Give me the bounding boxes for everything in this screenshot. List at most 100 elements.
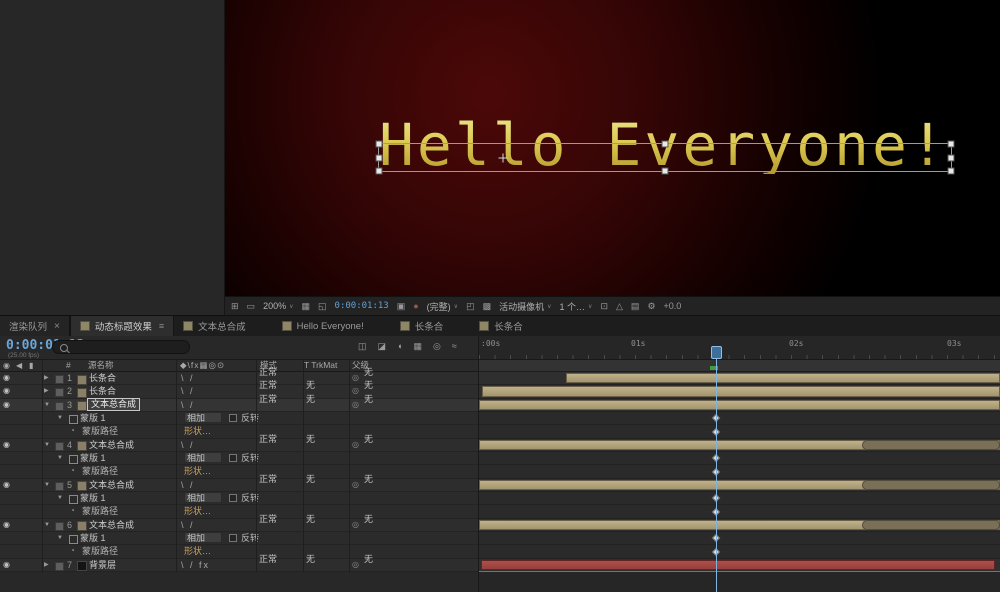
selection-handle[interactable] bbox=[375, 140, 383, 148]
layer-switches[interactable]: \ / fx bbox=[181, 559, 210, 571]
region-of-interest-icon[interactable]: ◰ bbox=[466, 301, 475, 312]
layer-duration-bar[interactable] bbox=[566, 373, 1000, 384]
expand-toggle[interactable]: ▼ bbox=[57, 532, 63, 544]
timeline-lane[interactable] bbox=[479, 411, 1000, 426]
mask-row[interactable]: ▼ 蒙版 1 相加 ∨ 反转 bbox=[0, 531, 478, 546]
mask-name[interactable]: 蒙版 1 bbox=[80, 412, 106, 424]
layer-name[interactable]: 背景层 bbox=[89, 559, 116, 571]
visibility-toggle[interactable]: ◉ bbox=[3, 372, 10, 384]
label-color-chip[interactable] bbox=[55, 441, 64, 451]
layer-switches[interactable]: \ / bbox=[181, 519, 195, 531]
exposure-gear-icon[interactable]: ⚙ bbox=[647, 301, 655, 312]
mask-inverted-checkbox[interactable] bbox=[229, 494, 237, 503]
layer-name[interactable]: 文本总合成 bbox=[87, 397, 141, 411]
property-value[interactable]: 形状… bbox=[184, 465, 211, 477]
stopwatch-icon[interactable]: ◔ bbox=[70, 465, 75, 477]
tab-comp-hello[interactable]: Hello Everyone! bbox=[273, 316, 373, 336]
timeline-lane[interactable] bbox=[479, 518, 1000, 532]
snapshot-icon[interactable]: ▣ bbox=[397, 301, 406, 312]
tab-comp-bar-1[interactable]: 长条合 bbox=[391, 316, 453, 336]
layer-row[interactable]: ◉ ▶ 7 背景层 \ / fx 正常 ∨ 无 ∨ ◎ 无 ∨ bbox=[0, 554, 478, 572]
timeline-lane[interactable] bbox=[479, 425, 1000, 439]
visibility-toggle[interactable]: ◉ bbox=[3, 439, 10, 451]
mask-name[interactable]: 蒙版 1 bbox=[80, 452, 106, 464]
visibility-toggle[interactable]: ◉ bbox=[3, 519, 10, 531]
search-input[interactable] bbox=[52, 340, 190, 354]
label-color-chip[interactable] bbox=[55, 401, 64, 411]
timeline-lane[interactable] bbox=[479, 451, 1000, 466]
stopwatch-icon[interactable]: ◔ bbox=[70, 505, 75, 517]
mask-name[interactable]: 蒙版 1 bbox=[80, 492, 106, 504]
parent-pickwhip-icon[interactable]: ◎ bbox=[352, 399, 359, 411]
timeline-lane[interactable] bbox=[479, 545, 1000, 559]
label-color-chip[interactable] bbox=[55, 388, 64, 398]
layer-switches[interactable]: \ / bbox=[181, 479, 195, 491]
mask-color-swatch[interactable] bbox=[69, 454, 78, 464]
tab-comp-title-effect[interactable]: 动态标题效果 ≡ bbox=[69, 316, 175, 336]
tab-comp-bar-2[interactable]: 长条合 bbox=[470, 316, 532, 336]
layer-name[interactable]: 文本总合成 bbox=[89, 439, 134, 451]
screen-mode-icon[interactable]: ▭ bbox=[247, 301, 256, 312]
stopwatch-icon[interactable]: ◔ bbox=[70, 545, 75, 557]
expand-toggle[interactable]: ▼ bbox=[44, 479, 50, 491]
parent-pickwhip-icon[interactable]: ◎ bbox=[352, 385, 359, 397]
mask-mode-select[interactable]: 相加 ∨ bbox=[184, 492, 222, 504]
layer-duration-bar[interactable] bbox=[481, 559, 995, 570]
timeline-lane[interactable] bbox=[479, 558, 1000, 572]
mask-name[interactable]: 蒙版 1 bbox=[80, 532, 106, 544]
layer-row[interactable]: ◉ ▶ 1 长条合 \ / 正常 ∨ ◎ 无 ∨ bbox=[0, 367, 478, 386]
selection-handle[interactable] bbox=[947, 154, 955, 161]
layer-switches[interactable]: \ / bbox=[181, 385, 195, 397]
graph-editor-icon[interactable]: ≈ bbox=[452, 341, 457, 352]
visibility-toggle[interactable]: ◉ bbox=[3, 385, 10, 397]
visibility-toggle[interactable]: ◉ bbox=[3, 479, 10, 491]
layer-name[interactable]: 长条合 bbox=[89, 385, 116, 397]
mask-color-swatch[interactable] bbox=[69, 414, 78, 424]
timeline-button-icon[interactable]: ▤ bbox=[631, 301, 640, 312]
mask-inverted-checkbox[interactable] bbox=[229, 414, 237, 423]
mask-mode-select[interactable]: 相加 ∨ bbox=[184, 412, 222, 424]
label-color-chip[interactable] bbox=[55, 561, 64, 571]
mask-property-row[interactable]: ◔ 蒙版路径 形状… bbox=[0, 465, 478, 479]
frame-blend-icon[interactable]: ▦ bbox=[413, 341, 422, 352]
column-header-source[interactable]: 源名称 bbox=[88, 360, 114, 371]
mask-color-swatch[interactable] bbox=[69, 494, 78, 504]
mask-inverted-checkbox[interactable] bbox=[229, 534, 237, 543]
timeline-lane[interactable] bbox=[479, 505, 1000, 519]
mask-visibility-icon[interactable]: ◱ bbox=[318, 301, 327, 312]
selection-handle[interactable] bbox=[661, 167, 669, 175]
timeline-lane[interactable] bbox=[479, 398, 1000, 412]
layer-name[interactable]: 文本总合成 bbox=[89, 519, 134, 531]
timeline-lane[interactable] bbox=[479, 385, 1000, 399]
timeline-lane[interactable] bbox=[479, 491, 1000, 506]
layer-duration-bar[interactable] bbox=[482, 386, 1000, 397]
layer-name[interactable]: 长条合 bbox=[89, 372, 116, 384]
view-select[interactable]: 活动摄像机 ∨ bbox=[499, 300, 551, 313]
work-area-strip[interactable] bbox=[479, 360, 1000, 372]
layer-row[interactable]: ◉ ▶ 2 长条合 \ / 正常 ∨ 无 ∨ ◎ 无 ∨ bbox=[0, 380, 478, 399]
selection-handle[interactable] bbox=[947, 167, 955, 175]
mask-row[interactable]: ▼ 蒙版 1 相加 ∨ 反转 bbox=[0, 451, 478, 466]
timeline-lane[interactable] bbox=[479, 478, 1000, 492]
property-value[interactable]: 形状… bbox=[184, 425, 211, 437]
mask-property-row[interactable]: ◔ 蒙版路径 形状… bbox=[0, 545, 478, 559]
layer-row[interactable]: ◉ ▼ 3 文本总合成 \ / 正常 ∨ 无 ∨ ◎ 无 ∨ bbox=[0, 394, 478, 412]
playhead-handle[interactable] bbox=[711, 346, 722, 359]
layer-row[interactable]: ◉ ▼ 4 文本总合成 \ / 正常 ∨ 无 ∨ ◎ 无 ∨ bbox=[0, 434, 478, 452]
layer-switches[interactable]: \ / bbox=[181, 372, 195, 384]
label-color-chip[interactable] bbox=[55, 481, 64, 491]
expand-toggle[interactable]: ▼ bbox=[57, 492, 63, 504]
tab-render-queue[interactable]: 渲染队列 × bbox=[0, 316, 70, 336]
label-color-chip[interactable] bbox=[55, 375, 64, 384]
property-value[interactable]: 形状… bbox=[184, 545, 211, 557]
timeline-lane[interactable] bbox=[479, 531, 1000, 546]
grid-guides-icon[interactable]: ▦ bbox=[302, 301, 311, 312]
parent-pickwhip-icon[interactable]: ◎ bbox=[352, 372, 359, 384]
property-value[interactable]: 形状… bbox=[184, 505, 211, 517]
stopwatch-icon[interactable]: ◔ bbox=[70, 425, 75, 437]
expand-toggle[interactable]: ▼ bbox=[44, 399, 50, 411]
motion-blur-icon[interactable]: ◎ bbox=[433, 341, 441, 352]
hide-shy-icon[interactable]: ◖ bbox=[397, 341, 402, 352]
layer-switches[interactable]: \ / bbox=[181, 399, 195, 411]
selection-box[interactable] bbox=[375, 140, 955, 175]
